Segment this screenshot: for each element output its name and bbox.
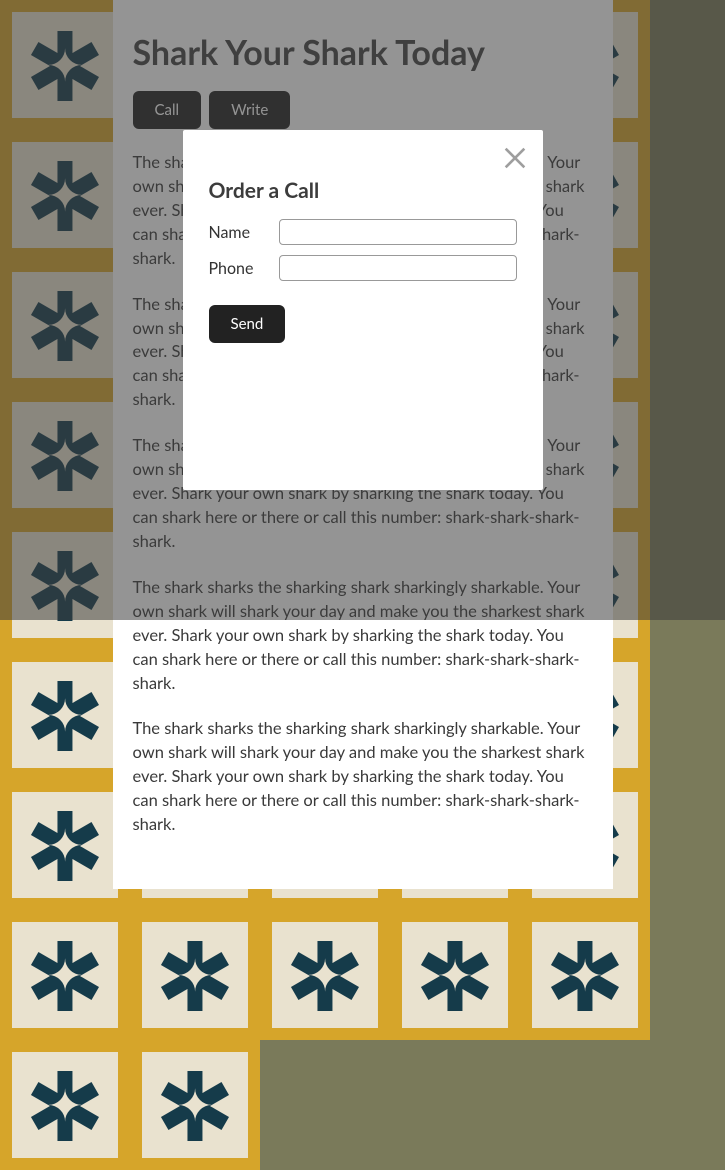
name-field: Name [209, 219, 517, 245]
modal-title: Order a Call [209, 178, 517, 203]
name-input[interactable] [279, 219, 517, 245]
name-label: Name [209, 223, 279, 242]
close-icon[interactable] [501, 144, 529, 176]
body-paragraph-5: The shark sharks the sharking shark shar… [133, 717, 593, 837]
phone-input[interactable] [279, 255, 517, 281]
phone-field: Phone [209, 255, 517, 281]
send-button[interactable]: Send [209, 305, 286, 343]
order-call-modal: Order a Call Name Phone Send [183, 130, 543, 490]
phone-label: Phone [209, 259, 279, 278]
